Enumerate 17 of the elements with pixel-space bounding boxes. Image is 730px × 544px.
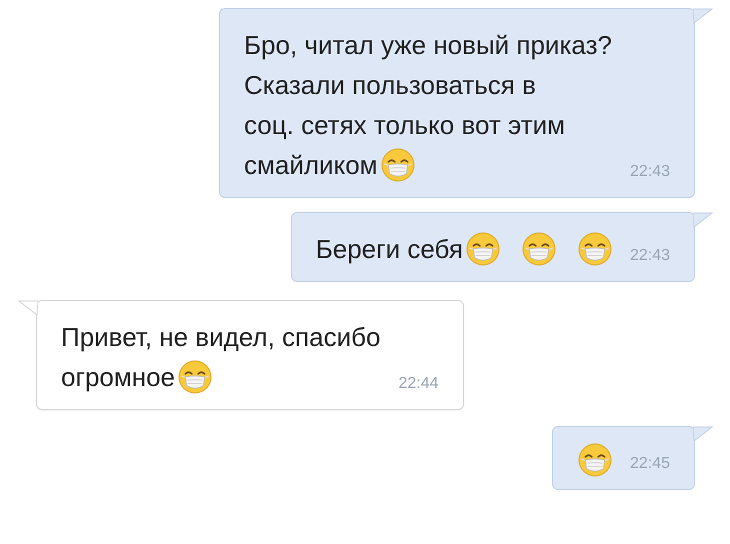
message-text: смайликом (244, 149, 378, 182)
message-time: 22:43 (630, 163, 670, 181)
mask-face-icon (178, 360, 212, 394)
mask-face-icon (466, 232, 500, 266)
message-text: Бро, читал уже новый приказ? (244, 29, 612, 62)
message-text: Береги себя (316, 233, 463, 266)
message-text: Сказали пользоваться в (244, 69, 536, 102)
mask-face-icon (380, 148, 415, 182)
mask-face-icon (522, 232, 556, 266)
message-text: огромное (61, 361, 176, 394)
mask-face-icon (578, 443, 612, 477)
message-text: Привет, не видел, спасибо (61, 321, 380, 354)
message-text: соц. сетях только вот этим (244, 109, 565, 142)
message-time: 22:44 (398, 375, 438, 393)
mask-face-icon (578, 232, 612, 266)
message-time: 22:45 (630, 455, 670, 473)
message-time: 22:43 (630, 247, 670, 265)
